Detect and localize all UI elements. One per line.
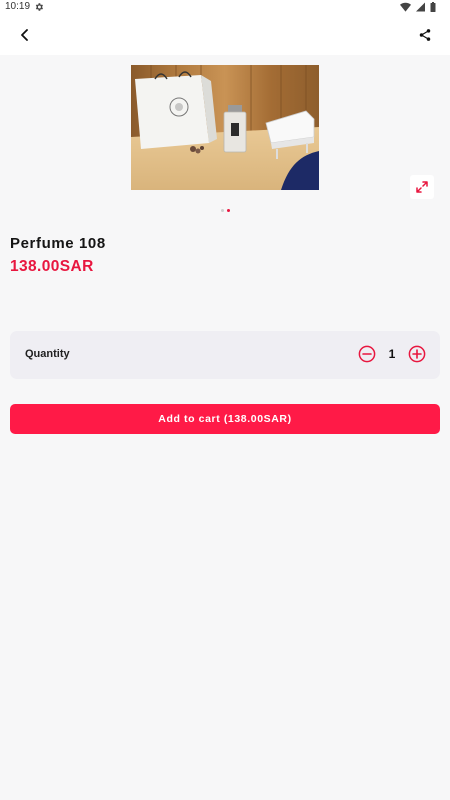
product-price: 138.00SAR [10,258,94,275]
add-to-cart-button[interactable]: Add to cart (138.00SAR) [10,404,440,434]
expand-icon [416,181,428,193]
decrease-quantity-button[interactable] [358,345,376,363]
back-arrow-icon [21,29,28,41]
product-name: Perfume 108 [10,235,106,252]
signal-icon [416,2,425,12]
quantity-value: 1 [388,347,396,361]
pagination-dot[interactable] [220,209,224,212]
quantity-label: Quantity [25,348,70,360]
status-bar: 10:19 [0,0,450,14]
share-button[interactable] [412,22,438,48]
product-image[interactable] [131,65,319,190]
app-bar [0,14,450,55]
gear-icon [35,3,43,11]
product-gallery[interactable] [0,55,450,220]
share-icon [419,29,431,41]
back-button[interactable] [12,22,38,48]
expand-image-button[interactable] [410,175,434,199]
pagination-dot-active[interactable] [226,209,230,212]
status-icons [400,2,436,12]
quantity-stepper: 1 [358,345,426,363]
minus-circle-icon [358,345,376,363]
wifi-icon [400,2,411,12]
battery-icon [430,2,436,12]
increase-quantity-button[interactable] [408,345,426,363]
status-time: 10:19 [5,1,31,12]
plus-circle-icon [408,345,426,363]
gallery-pagination [0,209,450,212]
perfume-photo [131,65,319,190]
quantity-card: Quantity 1 [10,331,440,379]
